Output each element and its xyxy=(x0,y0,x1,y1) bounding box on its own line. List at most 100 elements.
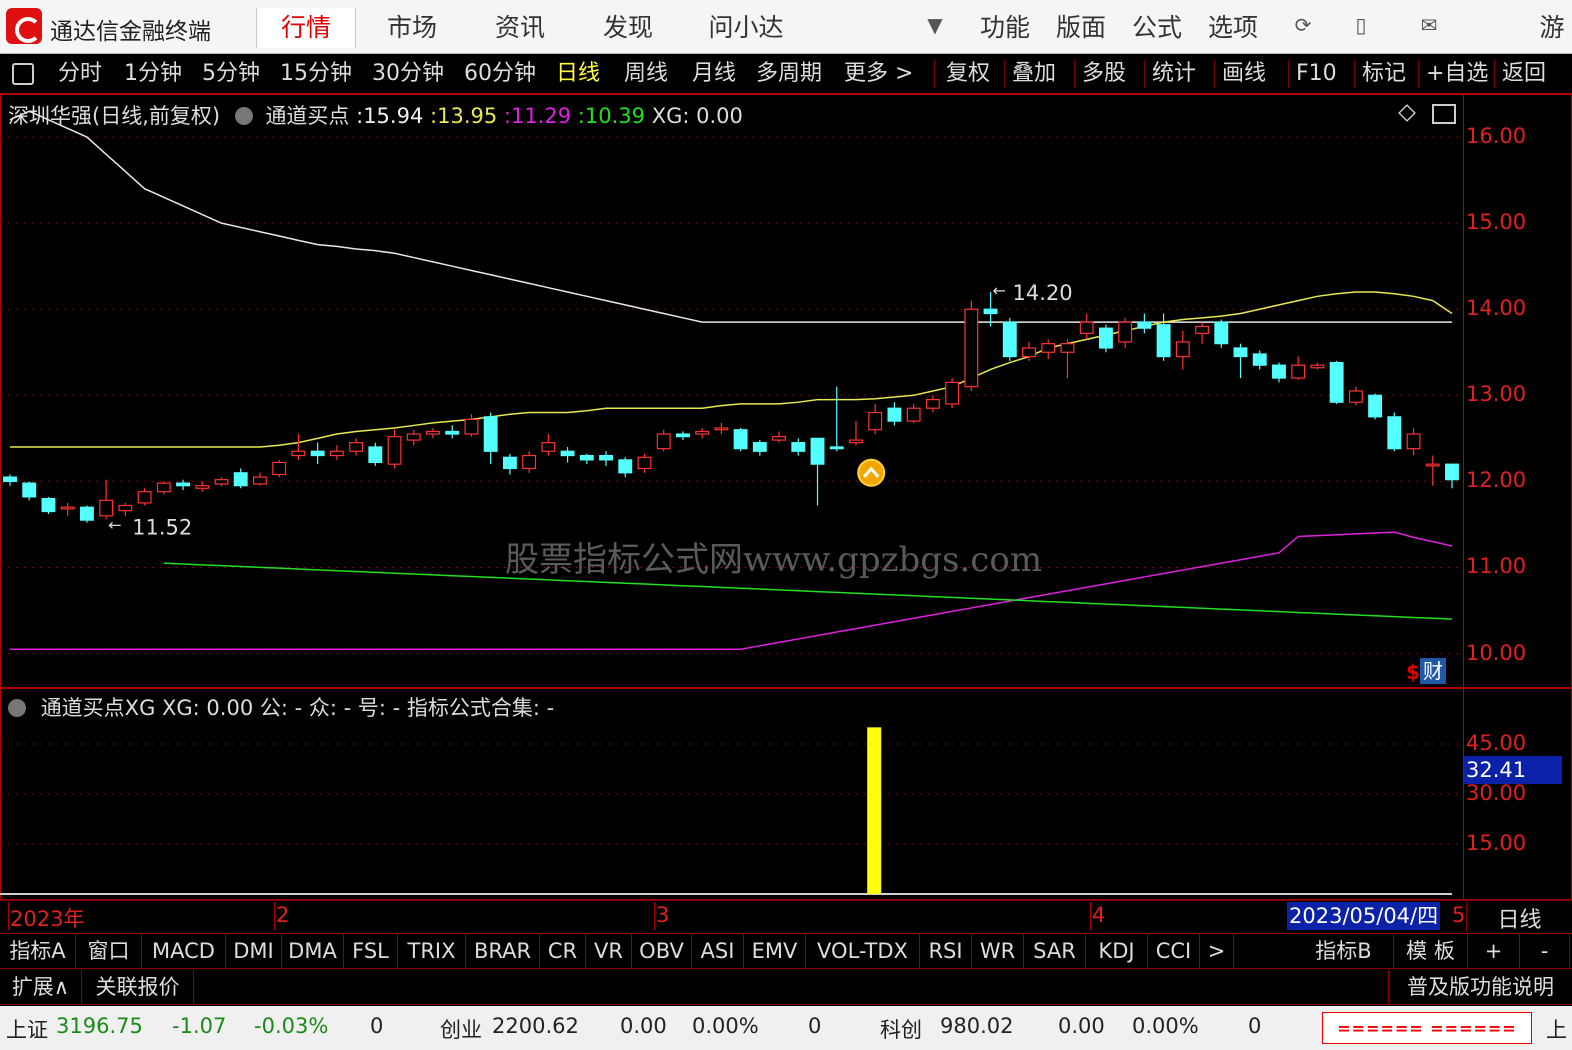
related-quote-button[interactable]: 关联报价 xyxy=(82,970,194,1004)
indicator-tab-23[interactable]: - xyxy=(1520,934,1570,968)
period-6[interactable]: 日线 xyxy=(556,58,600,90)
candle[interactable] xyxy=(560,446,575,463)
refresh-icon[interactable]: ⟳ xyxy=(1288,10,1318,40)
candle[interactable] xyxy=(1137,313,1152,334)
indicator-tab-12[interactable]: EMV xyxy=(744,934,806,968)
candle[interactable] xyxy=(1175,330,1190,370)
candle[interactable] xyxy=(868,403,883,435)
cy-name[interactable]: 创业 xyxy=(440,1014,482,1044)
candle[interactable] xyxy=(945,378,960,409)
tool-5[interactable]: F10 xyxy=(1296,58,1337,90)
candle[interactable] xyxy=(368,442,383,466)
indicator-tab-9[interactable]: VR xyxy=(586,934,632,968)
indicator-tab-15[interactable]: WR xyxy=(972,934,1024,968)
candle[interactable] xyxy=(1406,428,1421,456)
candle[interactable] xyxy=(849,421,863,446)
candle[interactable] xyxy=(41,496,56,515)
candle[interactable] xyxy=(1195,322,1209,344)
period-7[interactable]: 周线 xyxy=(624,58,668,90)
main-tab-1[interactable]: 市场 xyxy=(362,8,462,48)
candle[interactable] xyxy=(1310,362,1325,370)
period-5[interactable]: 60分钟 xyxy=(464,58,536,90)
layout-toggle-icon[interactable] xyxy=(12,63,34,85)
candle[interactable] xyxy=(829,386,844,452)
help-button[interactable]: 普及版功能说明 xyxy=(1388,970,1572,1004)
indicator-tab-11[interactable]: ASI xyxy=(692,934,744,968)
candle[interactable] xyxy=(1291,356,1306,380)
indicator-tab-20[interactable]: 指标B xyxy=(1294,934,1394,968)
candle[interactable] xyxy=(502,453,517,475)
indicator-tab-16[interactable]: SAR xyxy=(1024,934,1086,968)
main-tab-3[interactable]: 发现 xyxy=(578,8,678,48)
expand-button[interactable]: 扩展∧ xyxy=(0,970,82,1004)
candle[interactable] xyxy=(579,453,594,465)
dropdown-arrow-icon[interactable]: ▼ xyxy=(920,10,950,40)
period-0[interactable]: 分时 xyxy=(58,58,102,90)
candle[interactable] xyxy=(272,459,287,478)
candle[interactable] xyxy=(233,468,248,489)
kc-name[interactable]: 科创 xyxy=(880,1014,922,1044)
indicator-tab-7[interactable]: BRAR xyxy=(466,934,540,968)
candle[interactable] xyxy=(483,412,498,465)
tool-6[interactable]: 标记 xyxy=(1362,58,1406,90)
candle[interactable] xyxy=(99,479,114,520)
candle[interactable] xyxy=(714,422,729,435)
candle[interactable] xyxy=(1041,339,1056,360)
indicator-tab-21[interactable]: 模 板 xyxy=(1394,934,1468,968)
main-tab-0[interactable]: 行情 xyxy=(256,8,356,48)
tool-4[interactable]: 画线 xyxy=(1222,58,1266,90)
indicator-tab-22[interactable]: + xyxy=(1468,934,1520,968)
candle[interactable] xyxy=(1368,393,1383,420)
indicator-tab-3[interactable]: DMI xyxy=(226,934,282,968)
indicator-tab-1[interactable]: 窗口 xyxy=(76,934,142,968)
candle[interactable] xyxy=(791,438,806,456)
candle[interactable] xyxy=(79,505,94,523)
period-9[interactable]: 多周期 xyxy=(756,58,822,90)
candle[interactable] xyxy=(887,402,902,426)
candle[interactable] xyxy=(733,428,748,452)
phone-icon[interactable]: ▯ xyxy=(1346,10,1376,40)
indicator-tab-8[interactable]: CR xyxy=(540,934,586,968)
candle[interactable] xyxy=(464,414,479,437)
candle[interactable] xyxy=(291,434,306,460)
menu-1[interactable]: 版面 xyxy=(1046,8,1116,48)
tool-7[interactable]: +自选 xyxy=(1426,58,1488,90)
menu-0[interactable]: 功能 xyxy=(970,8,1040,48)
period-1[interactable]: 1分钟 xyxy=(124,58,182,90)
period-4[interactable]: 30分钟 xyxy=(372,58,444,90)
indicator-tab-10[interactable]: OBV xyxy=(632,934,692,968)
candle[interactable] xyxy=(387,429,402,469)
candle[interactable] xyxy=(1425,455,1440,486)
indicator-tab-0[interactable]: 指标A xyxy=(0,934,76,968)
candle[interactable] xyxy=(22,481,37,501)
candle[interactable] xyxy=(1348,386,1363,406)
candle[interactable] xyxy=(426,428,440,439)
candle[interactable] xyxy=(618,457,633,478)
candle[interactable] xyxy=(906,403,921,423)
candle[interactable] xyxy=(1233,343,1248,379)
candle[interactable] xyxy=(1002,317,1017,361)
candle[interactable] xyxy=(137,488,152,506)
menu-2[interactable]: 公式 xyxy=(1122,8,1192,48)
candle[interactable] xyxy=(118,502,133,516)
period-label[interactable]: 日线 xyxy=(1466,902,1572,933)
period-10[interactable]: 更多 > xyxy=(844,58,913,90)
candle[interactable] xyxy=(925,395,940,413)
indicator-tab-14[interactable]: RSI xyxy=(920,934,972,968)
user-label[interactable]: 游客 xyxy=(1530,8,1572,82)
candle[interactable] xyxy=(445,425,460,439)
candle[interactable] xyxy=(599,451,613,466)
tool-8[interactable]: 返回 xyxy=(1502,58,1546,90)
candle[interactable] xyxy=(253,472,267,486)
tool-2[interactable]: 多股 xyxy=(1082,58,1126,90)
candle[interactable] xyxy=(541,434,556,456)
candle[interactable] xyxy=(1387,412,1402,452)
candle[interactable] xyxy=(1079,313,1094,340)
candle[interactable] xyxy=(1329,360,1344,404)
marquee-ticker[interactable]: ====== ====== xyxy=(1322,1012,1532,1044)
indicator-tab-13[interactable]: VOL-TDX xyxy=(806,934,920,968)
candle[interactable] xyxy=(964,300,979,391)
candle[interactable] xyxy=(329,445,344,460)
candle[interactable] xyxy=(310,442,325,465)
indicator-tab-19[interactable]: > xyxy=(1200,934,1234,968)
